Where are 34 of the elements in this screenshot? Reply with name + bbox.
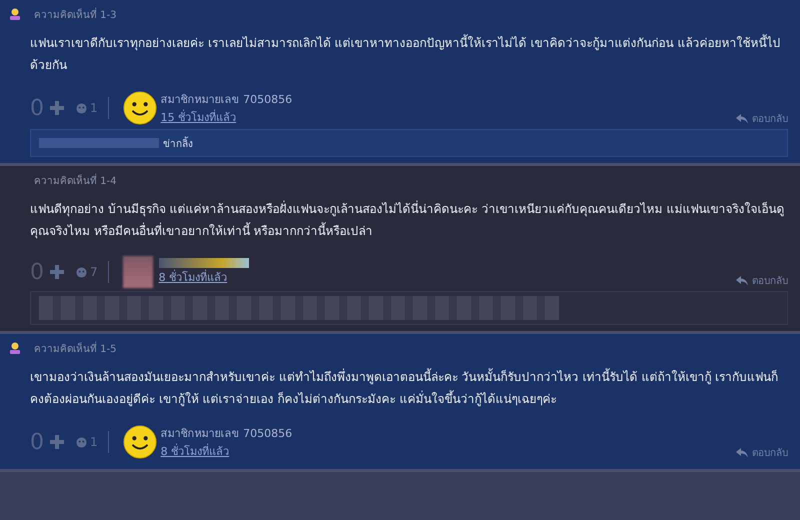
user-icon — [8, 7, 22, 21]
reply-arrow-icon — [736, 448, 748, 458]
reply-link[interactable]: ตอบกลับ — [736, 273, 788, 288]
blurred-avatar — [122, 256, 153, 288]
plus-icon[interactable] — [50, 265, 64, 279]
comment-number: ความคิดเห็นที่ 1-4 — [34, 172, 117, 188]
emotion-icon[interactable] — [76, 266, 87, 278]
author-name[interactable]: สมาชิกหมายเลข 7050856 — [160, 90, 292, 108]
emotion-count: 1 — [90, 101, 98, 115]
reply-link[interactable]: ตอบกลับ — [736, 445, 788, 460]
smiley-avatar-icon[interactable] — [122, 425, 157, 459]
plus-icon[interactable] — [50, 435, 64, 449]
emotion-count: 1 — [90, 435, 98, 449]
post-time-link[interactable]: 15 ชั่วโมงที่แล้ว — [160, 108, 292, 126]
reply-arrow-icon — [736, 276, 748, 286]
reply-arrow-icon — [736, 114, 748, 124]
post-time-link[interactable]: 8 ชั่วโมงที่แล้ว — [160, 442, 292, 460]
comment-text: เขามองว่าเงินล้านสองมันเยอะมากสำหรับเขาค่ะ แต่ทำไมถึงพึ่งมาพูดเอาตอนนี้ล่ะคะ วันหมั้นก็รับปากว่าไหว เท่านี้รับได้ แต่ถ้าให้เขากู้ เรากับแฟนก็คงต้องผ่อนกันเองอยู่ดีค่ะ เขากู้ให้ แต่เราจ่ายเอง ก็คงไม่ต่างกันกระมังคะ แค่มั่นใจขึ้นว่ากู้ได้แน่ๆเฉยๆค่ะ — [30, 367, 780, 408]
user-icon — [8, 341, 22, 355]
plus-icon[interactable] — [50, 101, 64, 115]
smiley-avatar-icon[interactable] — [122, 91, 157, 125]
sub-reply-text: ข่ากลิ้ง — [163, 136, 193, 150]
vote-score: 0 — [30, 96, 44, 120]
comment-number: ความคิดเห็นที่ 1-3 — [34, 6, 117, 22]
author-name[interactable]: สมาชิกหมายเลข 7050856 — [160, 424, 292, 442]
emotion-icon[interactable] — [76, 436, 87, 448]
vote-score: 0 — [30, 430, 44, 454]
emotion-icon[interactable] — [76, 102, 87, 114]
comment-text: แฟนเราเขาดีกับเราทุกอย่างเลยค่ะ เราเลยไม่สามารถเลิกได้ แต่เขาหาทางออกปัญหานี้ให้เราไม่ได้ เขาคิดว่าจะกู้มาแต่งกันก่อน แล้วค่อยหาใช้หนี้ไปด้วยกัน — [30, 33, 782, 74]
reply-link[interactable]: ตอบกลับ — [736, 111, 788, 126]
comment-number: ความคิดเห็นที่ 1-5 — [34, 340, 117, 356]
comment-text: แฟนดีทุกอย่าง บ้านมีธุรกิจ แต่แค่หาล้านสองหรือฝั่งแฟนจะกูเล้านสองไม่ได้นี่น่าคิดนะคะ ว่าเขาเหนียวแค่กับคุณคนเดียวไหม แม่แฟนเขาจริงใจเอ็นดูคุณจริงไหม หรือมีคนอื่นที่เขาอยากให้เท่านี้ หรือมากกว่านี้หรือเปล่า — [30, 200, 786, 240]
post-time-link[interactable]: 8 ชั่วโมงที่แล้ว — [158, 268, 249, 286]
emotion-count: 7 — [90, 265, 98, 279]
